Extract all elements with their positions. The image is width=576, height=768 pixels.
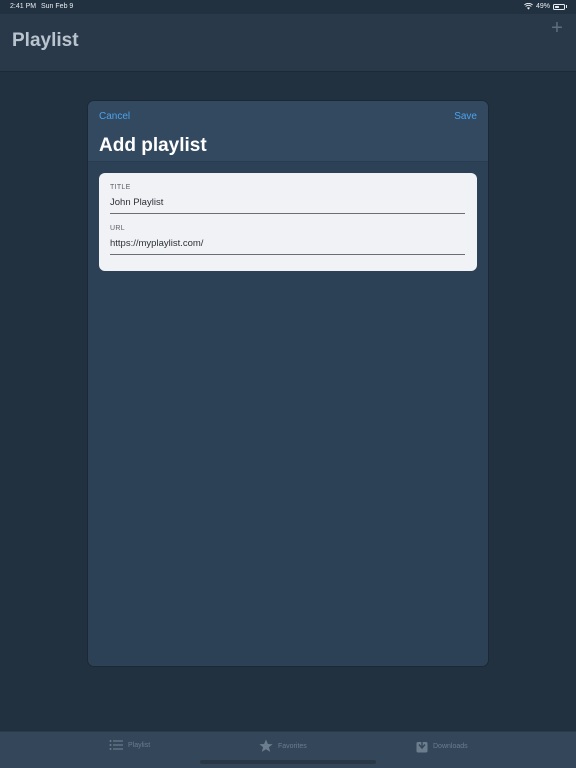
status-bar: 2:41 PM Sun Feb 9 49% xyxy=(0,0,576,14)
tab-downloads-label: Downloads xyxy=(433,742,468,750)
status-date: Sun Feb 9 xyxy=(41,3,74,10)
battery-percent: 49% xyxy=(535,3,550,10)
url-field: URL xyxy=(110,225,465,255)
star-icon xyxy=(259,739,273,753)
tab-favorites[interactable]: Favorites xyxy=(259,739,307,753)
download-icon xyxy=(416,739,428,753)
save-button[interactable]: Save xyxy=(454,111,477,122)
cancel-button[interactable]: Cancel xyxy=(99,111,130,122)
battery-icon xyxy=(553,3,565,10)
status-time: 2:41 PM xyxy=(10,3,37,10)
modal-header: Cancel Save Add playlist xyxy=(88,101,488,162)
status-indicators: 49% xyxy=(524,3,567,10)
tab-playlist-label: Playlist xyxy=(128,741,151,749)
battery-cap xyxy=(566,5,567,8)
wifi-icon xyxy=(524,3,533,10)
tab-favorites-label: Favorites xyxy=(278,742,307,750)
page-title: Playlist xyxy=(12,30,79,51)
add-playlist-modal: Cancel Save Add playlist TITLE URL xyxy=(88,101,488,666)
modal-title: Add playlist xyxy=(99,135,207,156)
url-input[interactable] xyxy=(110,238,465,255)
home-indicator xyxy=(200,760,376,764)
page-header: + xyxy=(0,14,576,72)
battery-fill xyxy=(555,5,559,8)
title-field-label: TITLE xyxy=(110,184,131,191)
title-input[interactable] xyxy=(110,197,465,214)
title-field: TITLE xyxy=(110,184,465,214)
url-field-label: URL xyxy=(110,225,125,232)
plus-icon[interactable]: + xyxy=(549,18,565,38)
list-icon xyxy=(109,739,123,751)
form-card: TITLE URL xyxy=(99,173,477,271)
tab-downloads[interactable]: Downloads xyxy=(416,739,468,753)
tab-playlist[interactable]: Playlist xyxy=(109,739,150,751)
